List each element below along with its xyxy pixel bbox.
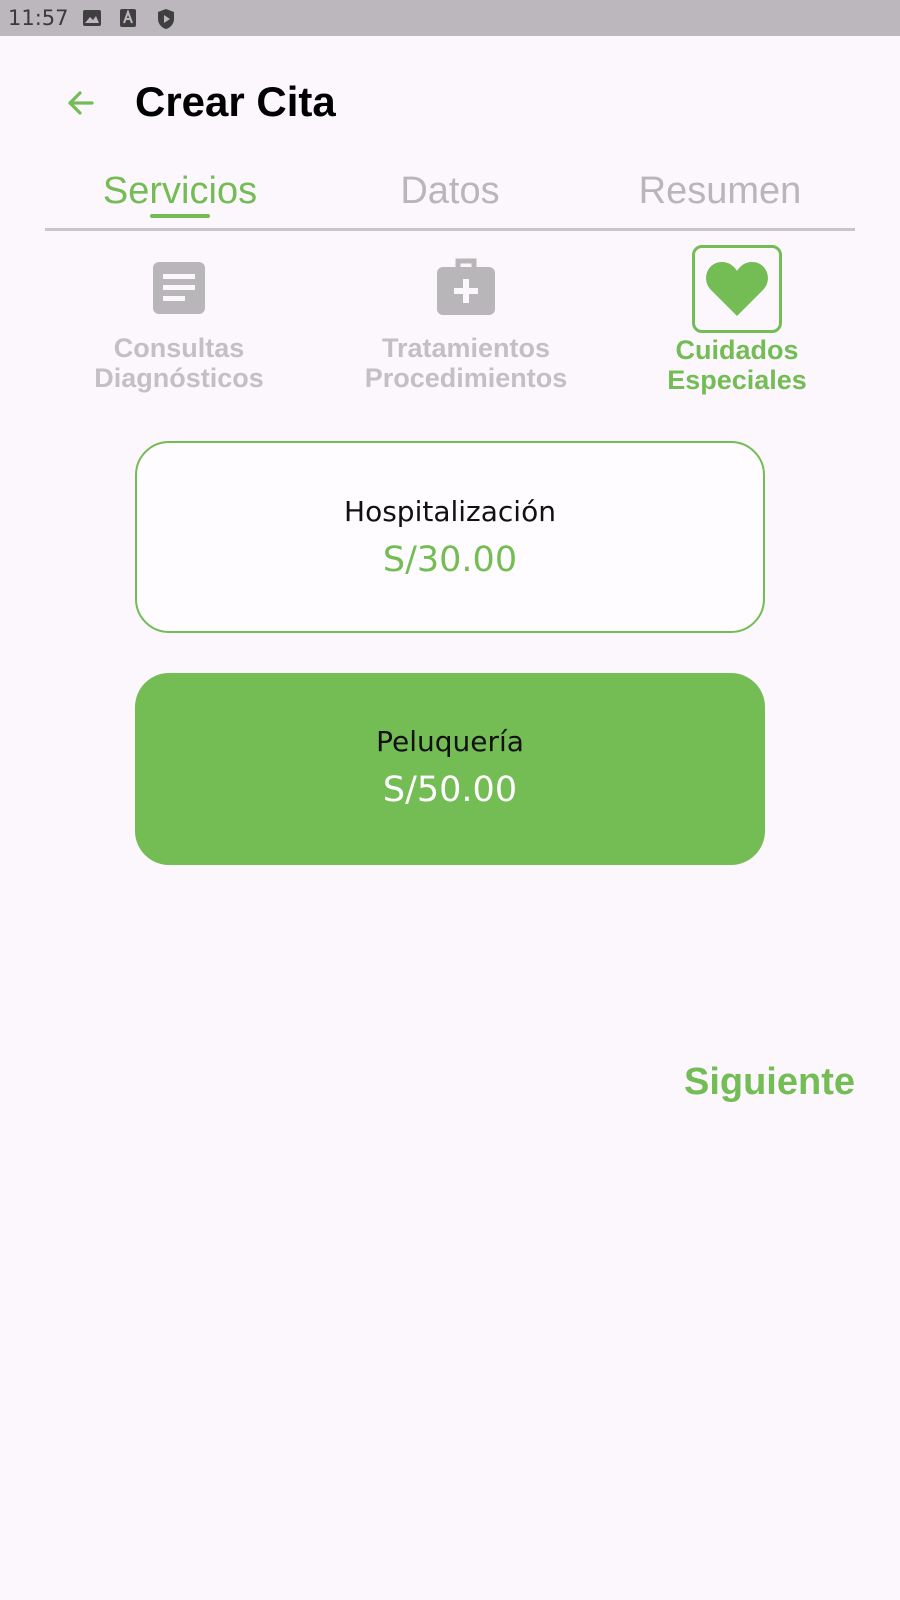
category-icon-wrapper xyxy=(423,245,509,331)
tab-resumen[interactable]: Resumen xyxy=(630,170,810,213)
category-tratamientos[interactable]: Tratamientos Procedimientos xyxy=(336,245,596,393)
category-label-line2: Procedimientos xyxy=(364,363,568,393)
back-button[interactable] xyxy=(60,82,102,124)
shield-play-icon xyxy=(156,8,176,29)
a-icon xyxy=(119,8,139,28)
tab-active-indicator xyxy=(150,214,210,218)
heart-icon xyxy=(706,262,768,316)
category-label-line2: Especiales xyxy=(667,365,807,395)
category-consultas[interactable]: Consultas Diagnósticos xyxy=(49,245,309,393)
tabs-divider xyxy=(45,228,855,231)
document-icon xyxy=(153,262,205,314)
page-title: Crear Cita xyxy=(135,78,336,125)
category-label: Tratamientos Procedimientos xyxy=(336,333,596,393)
category-icon-wrapper xyxy=(136,245,222,331)
category-label-line2: Diagnósticos xyxy=(94,363,264,393)
next-button[interactable]: Siguiente xyxy=(684,1061,855,1104)
category-label-line1: Consultas xyxy=(113,333,245,363)
status-bar: 11:57 xyxy=(0,0,900,36)
status-time: 11:57 xyxy=(8,6,69,30)
service-card-hospitalizacion[interactable]: Hospitalización S/30.00 xyxy=(135,441,765,633)
tab-datos[interactable]: Datos xyxy=(380,170,520,213)
service-price: S/30.00 xyxy=(382,540,518,580)
service-price: S/50.00 xyxy=(382,770,518,810)
category-label: Consultas Diagnósticos xyxy=(49,333,309,393)
service-name: Hospitalización xyxy=(344,495,556,528)
medical-kit-icon xyxy=(437,258,495,315)
category-cuidados[interactable]: Cuidados Especiales xyxy=(607,245,867,395)
service-card-peluqueria[interactable]: Peluquería S/50.00 xyxy=(135,673,765,865)
category-icon-wrapper xyxy=(692,245,782,333)
image-icon xyxy=(82,8,102,28)
category-label-line1: Cuidados xyxy=(675,335,799,365)
category-label-line1: Tratamientos xyxy=(381,333,551,363)
service-name: Peluquería xyxy=(376,725,524,758)
category-label: Cuidados Especiales xyxy=(607,335,867,395)
tab-servicios[interactable]: Servicios xyxy=(96,170,264,213)
arrow-left-icon xyxy=(68,91,94,115)
